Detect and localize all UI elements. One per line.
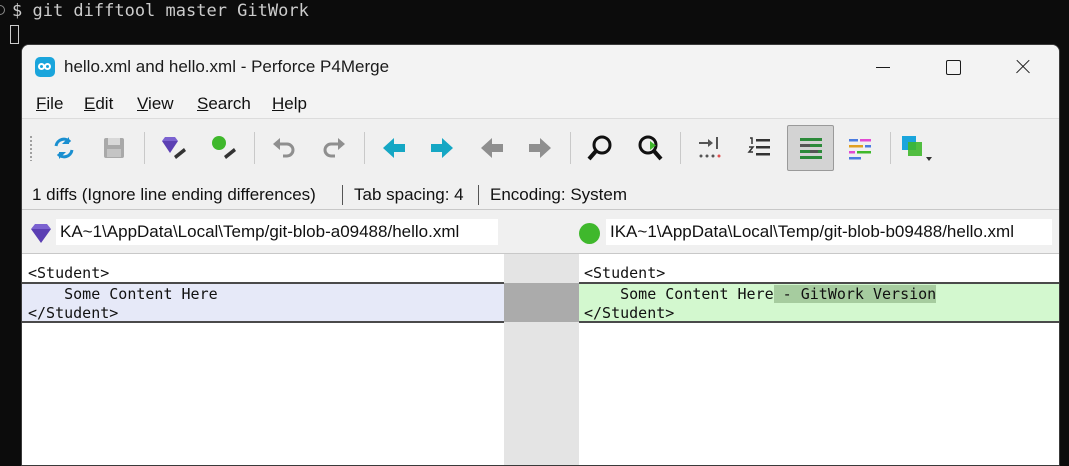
redo-icon[interactable]	[314, 128, 354, 168]
layout-icon[interactable]	[896, 128, 936, 168]
right-line-3: </Student>	[584, 304, 675, 322]
toolbar-separator	[890, 132, 891, 164]
right-line-2-inline-addition: - GitWork Version	[773, 285, 937, 303]
menu-edit[interactable]: Edit	[84, 94, 113, 114]
title-bar[interactable]: hello.xml and hello.xml - Perforce P4Mer…	[22, 45, 1059, 89]
menu-view-label: iew	[148, 94, 174, 113]
left-gem-icon	[31, 224, 51, 243]
maximize-button[interactable]	[930, 45, 976, 89]
left-line-1: <Student>	[28, 264, 110, 282]
prev-diff-icon[interactable]	[374, 128, 414, 168]
toolbar-separator	[680, 132, 681, 164]
menu-help[interactable]: Help	[272, 94, 307, 114]
refresh-icon[interactable]	[44, 128, 84, 168]
minimize-button[interactable]	[860, 45, 906, 89]
toolbar-separator	[254, 132, 255, 164]
path-bar: KA~1\AppData\Local\Temp/git-blob-a09488/…	[22, 210, 1059, 254]
toolbar-separator	[144, 132, 145, 164]
p4merge-window: hello.xml and hello.xml - Perforce P4Mer…	[21, 44, 1060, 466]
menu-search-mnemonic: S	[197, 94, 209, 113]
toolbar-grip[interactable]	[29, 135, 33, 161]
toolbar	[22, 118, 1059, 178]
terminal: $ git difftool master GitWork	[0, 0, 1069, 50]
diff-editor: <Student> Some Content Here </Student> <…	[22, 254, 1059, 465]
window-title: hello.xml and hello.xml - Perforce P4Mer…	[64, 57, 390, 76]
p4merge-app-icon	[35, 57, 55, 77]
menu-edit-mnemonic: E	[84, 94, 96, 113]
menu-help-mnemonic: H	[272, 94, 285, 113]
close-button[interactable]	[1000, 45, 1046, 89]
menu-help-label: elp	[284, 94, 307, 113]
right-change-top-border	[579, 282, 1059, 284]
toolbar-separator	[570, 132, 571, 164]
left-line-2: Some Content Here	[28, 285, 218, 303]
terminal-command: $ git difftool master GitWork	[12, 1, 309, 21]
status-tab-spacing: Tab spacing: 4	[354, 185, 464, 204]
menu-edit-label: dit	[95, 94, 114, 113]
prev-change-icon[interactable]	[472, 128, 512, 168]
status-divider	[478, 185, 479, 205]
menu-file-label: ile	[46, 94, 64, 113]
theirs-ball-icon[interactable]	[204, 128, 244, 168]
left-line-3: </Student>	[28, 304, 119, 322]
status-divider	[342, 185, 343, 205]
undo-icon[interactable]	[264, 128, 304, 168]
menu-file-mnemonic: F	[36, 94, 47, 113]
status-encoding: Encoding: System	[490, 185, 628, 204]
right-ball-icon	[579, 223, 600, 244]
find-next-icon[interactable]	[630, 128, 670, 168]
right-line-1: <Student>	[584, 264, 666, 282]
terminal-prompt-marker	[0, 5, 5, 15]
right-file-path[interactable]: IKA~1\AppData\Local\Temp/git-blob-b09488…	[606, 219, 1052, 245]
go-to-line-icon[interactable]	[690, 128, 730, 168]
save-icon[interactable]	[94, 128, 134, 168]
status-bar: 1 diffs (Ignore line ending differences)…	[22, 177, 1059, 210]
menu-file[interactable]: File	[36, 94, 63, 114]
menu-bar: File Edit View Search Help	[22, 89, 1059, 117]
menu-view-mnemonic: V	[137, 94, 149, 113]
right-line-2: Some Content Here - GitWork Version	[584, 285, 937, 303]
diff-gutter	[504, 254, 579, 465]
menu-view[interactable]: View	[137, 94, 174, 114]
next-change-icon[interactable]	[520, 128, 560, 168]
base-gem-icon[interactable]	[154, 128, 194, 168]
menu-search-label: earch	[208, 94, 251, 113]
menu-search[interactable]: Search	[197, 94, 251, 114]
gutter-change-marker[interactable]	[504, 283, 579, 322]
inline-diff-icon[interactable]	[787, 125, 834, 171]
right-line-2-text: Some Content Here	[584, 285, 774, 303]
highlight-icon[interactable]	[840, 128, 880, 168]
line-numbers-icon[interactable]	[740, 128, 780, 168]
terminal-cursor	[10, 25, 19, 44]
toolbar-separator	[364, 132, 365, 164]
status-diffs: 1 diffs (Ignore line ending differences)	[32, 185, 316, 204]
left-change-top-border	[22, 282, 504, 284]
left-file-path[interactable]: KA~1\AppData\Local\Temp/git-blob-a09488/…	[56, 219, 498, 245]
next-diff-icon[interactable]	[422, 128, 462, 168]
find-icon[interactable]	[580, 128, 620, 168]
